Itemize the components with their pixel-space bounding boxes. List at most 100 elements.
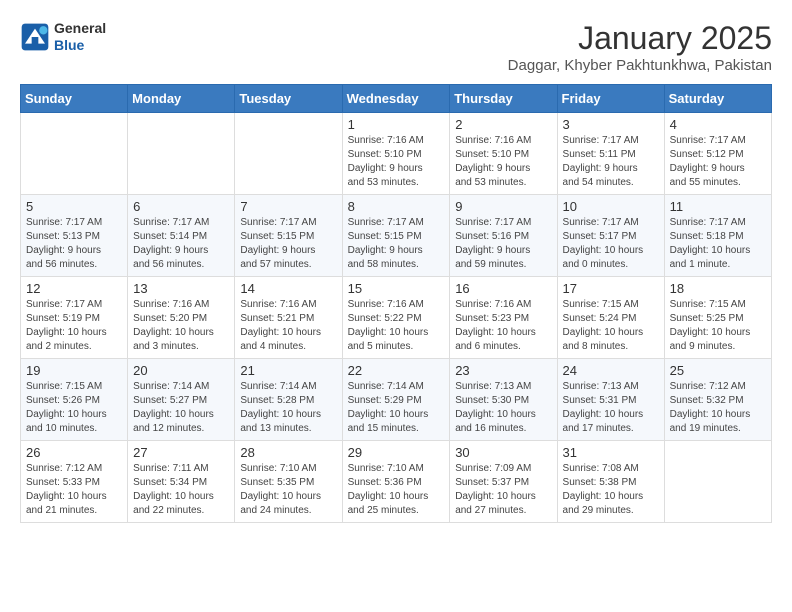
calendar-week-5: 26 Sunrise: 7:12 AM Sunset: 5:33 PM Dayli… xyxy=(21,441,772,523)
day-info: Sunrise: 7:12 AM Sunset: 5:33 PM Dayligh… xyxy=(26,462,122,518)
day-number: 2 xyxy=(455,117,551,132)
calendar-cell: 19 Sunrise: 7:15 AM Sunset: 5:26 PM Dayli… xyxy=(21,359,128,441)
day-number: 6 xyxy=(133,199,229,214)
logo-general-text: General xyxy=(54,20,106,37)
day-number: 10 xyxy=(563,199,659,214)
day-number: 3 xyxy=(563,117,659,132)
weekday-header-tuesday: Tuesday xyxy=(235,85,342,113)
day-info: Sunrise: 7:10 AM Sunset: 5:35 PM Dayligh… xyxy=(240,462,336,518)
day-number: 4 xyxy=(670,117,766,132)
day-number: 29 xyxy=(348,445,445,460)
day-info: Sunrise: 7:17 AM Sunset: 5:16 PM Dayligh… xyxy=(455,216,551,272)
logo: General Blue xyxy=(20,20,106,54)
day-number: 5 xyxy=(26,199,122,214)
title-block: January 2025 Daggar, Khyber Pakhtunkhwa,… xyxy=(508,20,772,74)
page-title: January 2025 xyxy=(508,20,772,57)
calendar-cell: 21 Sunrise: 7:14 AM Sunset: 5:28 PM Dayli… xyxy=(235,359,342,441)
day-info: Sunrise: 7:17 AM Sunset: 5:15 PM Dayligh… xyxy=(348,216,445,272)
calendar-cell: 4 Sunrise: 7:17 AM Sunset: 5:12 PM Daylig… xyxy=(664,113,771,195)
calendar-week-3: 12 Sunrise: 7:17 AM Sunset: 5:19 PM Dayli… xyxy=(21,277,772,359)
weekday-header-wednesday: Wednesday xyxy=(342,85,450,113)
day-info: Sunrise: 7:16 AM Sunset: 5:10 PM Dayligh… xyxy=(455,134,551,190)
page-subtitle: Daggar, Khyber Pakhtunkhwa, Pakistan xyxy=(508,57,772,74)
calendar-cell xyxy=(128,113,235,195)
logo-icon xyxy=(20,22,50,52)
calendar-cell xyxy=(235,113,342,195)
calendar-table: SundayMondayTuesdayWednesdayThursdayFrid… xyxy=(20,84,772,523)
day-info: Sunrise: 7:17 AM Sunset: 5:11 PM Dayligh… xyxy=(563,134,659,190)
calendar-week-1: 1 Sunrise: 7:16 AM Sunset: 5:10 PM Daylig… xyxy=(21,113,772,195)
day-info: Sunrise: 7:16 AM Sunset: 5:10 PM Dayligh… xyxy=(348,134,445,190)
day-info: Sunrise: 7:16 AM Sunset: 5:21 PM Dayligh… xyxy=(240,298,336,354)
calendar-cell: 20Sunrise: 7:14 AM Sunset: 5:27 PM Dayli… xyxy=(128,359,235,441)
calendar-cell: 13 Sunrise: 7:16 AM Sunset: 5:20 PM Dayli… xyxy=(128,277,235,359)
day-info: Sunrise: 7:14 AM Sunset: 5:27 PM Dayligh… xyxy=(133,380,229,436)
day-number: 22 xyxy=(348,363,445,378)
calendar-cell: 26 Sunrise: 7:12 AM Sunset: 5:33 PM Dayli… xyxy=(21,441,128,523)
calendar-cell: 6 Sunrise: 7:17 AM Sunset: 5:14 PM Daylig… xyxy=(128,195,235,277)
day-number: 12 xyxy=(26,281,122,296)
day-info: Sunrise: 7:14 AM Sunset: 5:28 PM Dayligh… xyxy=(240,380,336,436)
calendar-cell xyxy=(21,113,128,195)
calendar-cell: 16 Sunrise: 7:16 AM Sunset: 5:23 PM Dayli… xyxy=(450,277,557,359)
day-number: 11 xyxy=(670,199,766,214)
day-number: 24 xyxy=(563,363,659,378)
day-info: Sunrise: 7:12 AM Sunset: 5:32 PM Dayligh… xyxy=(670,380,766,436)
day-number: 16 xyxy=(455,281,551,296)
day-info: Sunrise: 7:17 AM Sunset: 5:15 PM Dayligh… xyxy=(240,216,336,272)
calendar-cell: 25Sunrise: 7:12 AM Sunset: 5:32 PM Dayli… xyxy=(664,359,771,441)
weekday-header-friday: Friday xyxy=(557,85,664,113)
day-number: 1 xyxy=(348,117,445,132)
calendar-header-row: SundayMondayTuesdayWednesdayThursdayFrid… xyxy=(21,85,772,113)
day-info: Sunrise: 7:14 AM Sunset: 5:29 PM Dayligh… xyxy=(348,380,445,436)
day-number: 31 xyxy=(563,445,659,460)
calendar-cell: 22 Sunrise: 7:14 AM Sunset: 5:29 PM Dayli… xyxy=(342,359,450,441)
day-number: 27 xyxy=(133,445,229,460)
day-number: 28 xyxy=(240,445,336,460)
day-number: 21 xyxy=(240,363,336,378)
calendar-cell: 5 Sunrise: 7:17 AM Sunset: 5:13 PM Daylig… xyxy=(21,195,128,277)
day-number: 15 xyxy=(348,281,445,296)
day-info: Sunrise: 7:17 AM Sunset: 5:18 PM Dayligh… xyxy=(670,216,766,272)
calendar-cell: 18Sunrise: 7:15 AM Sunset: 5:25 PM Dayli… xyxy=(664,277,771,359)
calendar-cell: 17Sunrise: 7:15 AM Sunset: 5:24 PM Dayli… xyxy=(557,277,664,359)
day-info: Sunrise: 7:11 AM Sunset: 5:34 PM Dayligh… xyxy=(133,462,229,518)
day-number: 23 xyxy=(455,363,551,378)
day-info: Sunrise: 7:13 AM Sunset: 5:31 PM Dayligh… xyxy=(563,380,659,436)
day-info: Sunrise: 7:17 AM Sunset: 5:19 PM Dayligh… xyxy=(26,298,122,354)
calendar-cell xyxy=(664,441,771,523)
day-number: 30 xyxy=(455,445,551,460)
day-number: 17 xyxy=(563,281,659,296)
calendar-cell: 9 Sunrise: 7:17 AM Sunset: 5:16 PM Daylig… xyxy=(450,195,557,277)
day-number: 19 xyxy=(26,363,122,378)
day-info: Sunrise: 7:16 AM Sunset: 5:23 PM Dayligh… xyxy=(455,298,551,354)
day-number: 14 xyxy=(240,281,336,296)
weekday-header-thursday: Thursday xyxy=(450,85,557,113)
calendar-cell: 28 Sunrise: 7:10 AM Sunset: 5:35 PM Dayli… xyxy=(235,441,342,523)
day-info: Sunrise: 7:17 AM Sunset: 5:17 PM Dayligh… xyxy=(563,216,659,272)
day-info: Sunrise: 7:13 AM Sunset: 5:30 PM Dayligh… xyxy=(455,380,551,436)
calendar-cell: 2 Sunrise: 7:16 AM Sunset: 5:10 PM Daylig… xyxy=(450,113,557,195)
day-number: 8 xyxy=(348,199,445,214)
weekday-header-monday: Monday xyxy=(128,85,235,113)
day-info: Sunrise: 7:17 AM Sunset: 5:14 PM Dayligh… xyxy=(133,216,229,272)
calendar-cell: 31Sunrise: 7:08 AM Sunset: 5:38 PM Dayli… xyxy=(557,441,664,523)
day-number: 26 xyxy=(26,445,122,460)
calendar-cell: 7 Sunrise: 7:17 AM Sunset: 5:15 PM Daylig… xyxy=(235,195,342,277)
calendar-cell: 1 Sunrise: 7:16 AM Sunset: 5:10 PM Daylig… xyxy=(342,113,450,195)
day-number: 9 xyxy=(455,199,551,214)
calendar-cell: 8 Sunrise: 7:17 AM Sunset: 5:15 PM Daylig… xyxy=(342,195,450,277)
day-info: Sunrise: 7:17 AM Sunset: 5:13 PM Dayligh… xyxy=(26,216,122,272)
day-info: Sunrise: 7:16 AM Sunset: 5:20 PM Dayligh… xyxy=(133,298,229,354)
day-info: Sunrise: 7:16 AM Sunset: 5:22 PM Dayligh… xyxy=(348,298,445,354)
day-number: 7 xyxy=(240,199,336,214)
day-number: 18 xyxy=(670,281,766,296)
calendar-cell: 10 Sunrise: 7:17 AM Sunset: 5:17 PM Dayli… xyxy=(557,195,664,277)
calendar-cell: 15 Sunrise: 7:16 AM Sunset: 5:22 PM Dayli… xyxy=(342,277,450,359)
calendar-cell: 30Sunrise: 7:09 AM Sunset: 5:37 PM Dayli… xyxy=(450,441,557,523)
calendar-cell: 11 Sunrise: 7:17 AM Sunset: 5:18 PM Dayli… xyxy=(664,195,771,277)
page-header: General Blue January 2025 Daggar, Khyber… xyxy=(20,20,772,74)
day-info: Sunrise: 7:15 AM Sunset: 5:26 PM Dayligh… xyxy=(26,380,122,436)
day-number: 13 xyxy=(133,281,229,296)
day-info: Sunrise: 7:17 AM Sunset: 5:12 PM Dayligh… xyxy=(670,134,766,190)
